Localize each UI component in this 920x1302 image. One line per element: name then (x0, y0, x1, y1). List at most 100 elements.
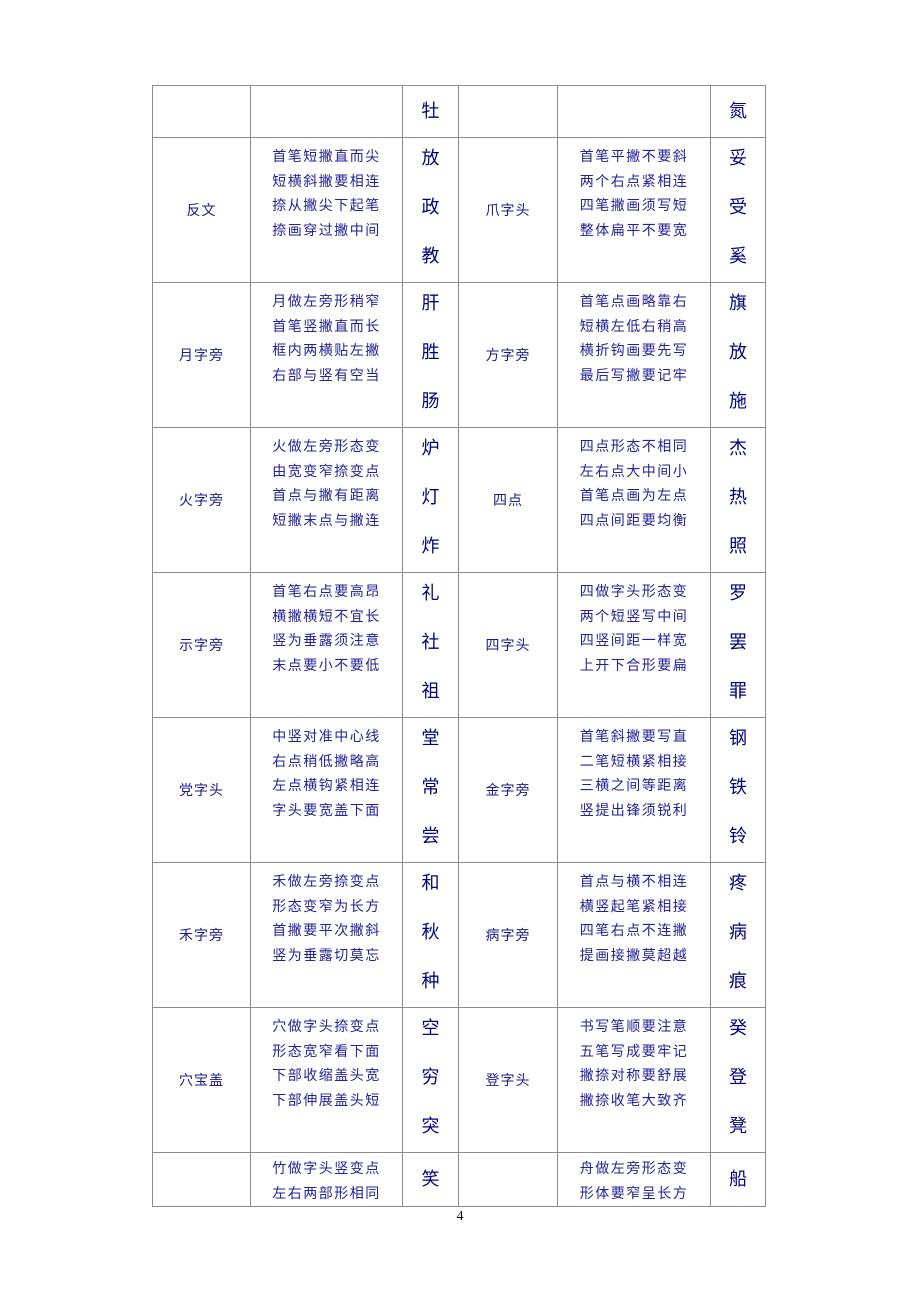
right-radical-name-cell (458, 1152, 558, 1207)
rhyme-line: 首笔点画为左点 (579, 488, 689, 504)
right-example-chars-cell: 杰热照 (710, 427, 766, 573)
right-radical-name-cell: 方字旁 (458, 282, 558, 428)
example-char: 胜 (421, 342, 440, 363)
rhyme-line: 竖为垂露须注意 (272, 633, 381, 649)
rhyme-line: 月做左旁形稍窄 (272, 294, 381, 310)
rhyme-line: 横竖起笔紧相接 (579, 898, 689, 915)
rhyme-block: 四点形态不相同 左右点大中间小 首笔点画为左点 四点间距要均衡 (558, 429, 710, 571)
rhyme-block: 书写笔顺要注意 五笔写成要牢记 撇捺对称要舒展 撇捺收笔大致齐 (558, 1009, 710, 1151)
rhyme-line: 火做左旁形态变 (272, 439, 381, 455)
right-radical-name-cell: 金字旁 (458, 717, 558, 863)
rhyme-block: 火做左旁形态变 由宽变窄捺变点 首点与撇有距离 短撇末点与撇连 (251, 429, 402, 571)
example-char: 和 (421, 873, 440, 894)
page-number: 4 (456, 1209, 464, 1224)
rhyme-block: 穴做字头捺变点 形态宽窄看下面 下部收缩盖头宽 下部伸展盖头短 (251, 1009, 402, 1151)
left-rhyme-cell: 首笔右点要高昂 横撇横短不宜长 竖为垂露须注意 末点要小不要低 (250, 572, 403, 718)
right-rhyme-cell: 四做字头形态变 两个短竖写中间 四竖间距一样宽 上开下合形要扁 (557, 572, 711, 718)
radical-name: 示字旁 (179, 638, 224, 654)
right-example-chars-cell: 船 (710, 1152, 766, 1207)
right-radical-name-cell: 病字旁 (458, 862, 558, 1008)
rhyme-block: 中竖对准中心线 右点稍低撇略高 左点横钩紧相连 字头要宽盖下面 (251, 719, 402, 861)
right-example-chars-cell: 癸登凳 (710, 1007, 766, 1153)
left-example-chars-cell: 放政教 (402, 137, 459, 283)
table-row: 党字头 中竖对准中心线 右点稍低撇略高 左点横钩紧相连 字头要宽盖下面堂常尝金字旁 首笔斜… (152, 717, 766, 863)
example-chars: 船 (711, 1153, 765, 1206)
example-char: 放 (729, 342, 747, 363)
example-chars: 钢铁铃 (711, 719, 765, 861)
rhyme-line: 二笔短横紧相接 (579, 753, 689, 770)
rhyme-line: 上开下合形要扁 (579, 657, 689, 674)
example-char: 凳 (729, 1116, 747, 1137)
table-row: 禾字旁 禾做左旁捺变点 形态变窄为长方 首撇要平次撇斜 竖为垂露切莫忘和秋种病字旁 首点与… (152, 862, 766, 1008)
rhyme-line: 首点与横不相连 (579, 874, 689, 890)
rhyme-line: 左右两部形相同 (272, 1185, 381, 1202)
rhyme-line: 右点稍低撇略高 (272, 753, 381, 770)
rhyme-line: 舟做左旁形态变 (579, 1161, 689, 1177)
example-char: 突 (421, 1116, 440, 1137)
right-example-chars-cell: 氮 (710, 85, 766, 138)
rhyme-line: 竖提出锋须锐利 (579, 802, 689, 819)
right-example-chars-cell: 疼病痕 (710, 862, 766, 1008)
rhyme-line: 穴做字头捺变点 (272, 1019, 381, 1035)
table-row: 反文 首笔短撇直而尖 短横斜撇要相连 捺从撇尖下起笔 捺画穿过撇中间放政教爪字头 首笔平撇… (152, 137, 766, 283)
example-char: 尝 (421, 826, 440, 847)
right-example-chars-cell: 罗罢罪 (710, 572, 766, 718)
rhyme-block (558, 86, 710, 137)
example-chars: 笑 (403, 1153, 458, 1206)
rhyme-line: 四笔右点不连撇 (579, 923, 689, 939)
rhyme-line: 横折钩画要先写 (579, 343, 689, 359)
right-radical-name-cell: 登字头 (458, 1007, 558, 1153)
left-rhyme-cell: 竹做字头竖变点 左右两部形相同 (250, 1152, 403, 1207)
example-char: 疼 (729, 873, 747, 894)
left-example-chars-cell: 肝胜肠 (402, 282, 459, 428)
radical-table: 牡氮反文 首笔短撇直而尖 短横斜撇要相连 捺从撇尖下起笔 捺画穿过撇中间放政教爪字头 首笔… (152, 85, 766, 1207)
example-chars: 肝胜肠 (403, 284, 458, 426)
radical-table-body: 牡氮反文 首笔短撇直而尖 短横斜撇要相连 捺从撇尖下起笔 捺画穿过撇中间放政教爪字头 首笔… (152, 85, 766, 1207)
rhyme-line: 撇捺收笔大致齐 (579, 1092, 689, 1109)
example-char: 热 (729, 487, 747, 508)
example-chars: 牡 (403, 86, 458, 137)
rhyme-block: 首笔点画略靠右 短横左低右稍高 横折钩画要先写 最后写撇要记牢 (558, 284, 710, 426)
rhyme-line: 五笔写成要牢记 (579, 1043, 689, 1060)
rhyme-block (251, 86, 402, 137)
example-char: 痕 (729, 971, 747, 992)
rhyme-line: 字头要宽盖下面 (272, 802, 381, 819)
table-row: 示字旁 首笔右点要高昂 横撇横短不宜长 竖为垂露须注意 末点要小不要低礼社祖四字头 四做字… (152, 572, 766, 718)
example-char: 罪 (729, 681, 747, 702)
left-radical-name-cell: 党字头 (152, 717, 251, 863)
rhyme-line: 捺画穿过撇中间 (272, 222, 381, 239)
rhyme-line: 首笔点画略靠右 (579, 294, 689, 310)
example-char: 罢 (729, 632, 747, 653)
rhyme-line: 首笔右点要高昂 (272, 584, 381, 600)
example-char: 种 (421, 971, 440, 992)
rhyme-line: 下部收缩盖头宽 (272, 1068, 381, 1084)
example-char: 施 (729, 391, 747, 412)
left-radical-name-cell: 示字旁 (152, 572, 251, 718)
example-chars: 罗罢罪 (711, 574, 765, 716)
rhyme-line: 三横之间等距离 (579, 778, 689, 794)
rhyme-line: 竹做字头竖变点 (272, 1161, 381, 1177)
left-rhyme-cell: 火做左旁形态变 由宽变窄捺变点 首点与撇有距离 短撇末点与撇连 (250, 427, 403, 573)
rhyme-line: 四竖间距一样宽 (579, 633, 689, 649)
rhyme-line: 形态变窄为长方 (272, 898, 381, 915)
rhyme-block: 首笔平撇不要斜 两个右点紧相连 四笔撇画须写短 整体扁平不要宽 (558, 139, 710, 281)
left-rhyme-cell: 首笔短撇直而尖 短横斜撇要相连 捺从撇尖下起笔 捺画穿过撇中间 (250, 137, 403, 283)
right-rhyme-cell: 舟做左旁形态变 形体要窄呈长方 (557, 1152, 711, 1207)
rhyme-line: 首笔短撇直而尖 (272, 149, 381, 165)
example-char: 社 (421, 632, 440, 653)
example-char: 氮 (729, 100, 747, 122)
rhyme-line: 四笔撇画须写短 (579, 198, 689, 214)
left-radical-name-cell: 反文 (152, 137, 251, 283)
example-char: 船 (729, 1168, 747, 1190)
left-example-chars-cell: 礼社祖 (402, 572, 459, 718)
rhyme-block: 竹做字头竖变点 左右两部形相同 (251, 1153, 402, 1206)
radical-name: 登字头 (485, 1073, 531, 1089)
right-example-chars-cell: 妥受奚 (710, 137, 766, 283)
rhyme-line: 框内两横贴左撇 (272, 343, 381, 359)
radical-name: 禾字旁 (179, 928, 224, 944)
right-rhyme-cell: 首笔斜撇要写直 二笔短横紧相接 三横之间等距离 竖提出锋须锐利 (557, 717, 711, 863)
document-page: 牡氮反文 首笔短撇直而尖 短横斜撇要相连 捺从撇尖下起笔 捺画穿过撇中间放政教爪字头 首笔… (0, 0, 920, 1302)
left-example-chars-cell: 堂常尝 (402, 717, 459, 863)
example-char: 祖 (421, 681, 440, 702)
example-char: 照 (729, 536, 747, 557)
